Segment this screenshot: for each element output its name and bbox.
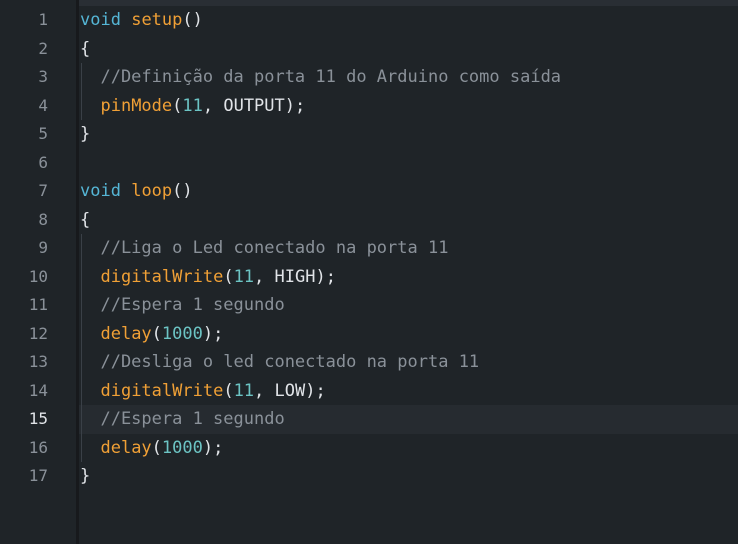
gutter-divider — [76, 0, 79, 544]
indent-guide — [81, 63, 82, 120]
code-token: () — [182, 10, 203, 30]
line-number: 8 — [38, 209, 48, 229]
line-number: 15 — [28, 409, 48, 428]
code-token: ( — [151, 323, 162, 344]
code-token: 1000 — [161, 437, 203, 458]
line-number: 3 — [38, 67, 48, 86]
code-token: ( — [172, 95, 183, 116]
code-token: loop — [131, 181, 173, 201]
line-number: 9 — [38, 238, 48, 257]
code-token: setup — [131, 10, 183, 30]
line-number: 6 — [38, 152, 48, 172]
code-token: 11 — [182, 95, 203, 116]
code-token: } — [80, 466, 91, 486]
code-token: //Espera 1 segundo — [80, 409, 285, 429]
code-line[interactable]: } — [80, 120, 90, 149]
code-token: , HIGH); — [254, 266, 336, 287]
code-token: ); — [202, 437, 224, 458]
code-line[interactable]: digitalWrite(11, HIGH); — [80, 263, 336, 292]
line-number: 4 — [38, 95, 48, 115]
line-number: 11 — [28, 295, 48, 314]
code-line[interactable]: //Espera 1 segundo — [80, 291, 285, 320]
code-line[interactable]: digitalWrite(11, LOW); — [80, 377, 326, 406]
line-number-gutter: 1 2 3 4 5 6 7 8 9 10 11 12 13 14 15 16 17 — [0, 0, 76, 544]
code-token: //Liga o Led conectado na porta 11 — [80, 238, 449, 258]
code-token: //Definição da porta 11 do Arduino como … — [80, 67, 562, 87]
code-line[interactable]: //Definição da porta 11 do Arduino como … — [80, 63, 561, 92]
code-line[interactable]: pinMode(11, OUTPUT); — [80, 92, 305, 121]
code-line[interactable]: void setup() — [80, 6, 203, 35]
code-line[interactable]: //Desliga o led conectado na porta 11 — [80, 348, 479, 377]
code-token: ( — [151, 437, 162, 458]
code-token: 11 — [233, 266, 255, 287]
line-number: 7 — [38, 181, 48, 200]
code-token: digitalWrite — [100, 380, 224, 401]
line-number: 16 — [28, 437, 48, 457]
code-token: , LOW); — [254, 380, 326, 401]
code-token: void — [80, 181, 121, 201]
line-number: 14 — [28, 380, 48, 400]
line-number: 1 — [38, 10, 48, 29]
code-token: //Espera 1 segundo — [80, 295, 285, 315]
code-line[interactable]: //Espera 1 segundo — [80, 405, 285, 434]
code-token: { — [80, 38, 91, 59]
code-token: pinMode — [100, 95, 173, 116]
code-line[interactable]: { — [80, 35, 90, 64]
code-token: ( — [223, 380, 234, 401]
code-line[interactable]: delay(1000); — [80, 320, 223, 349]
code-token: 11 — [233, 380, 255, 401]
line-number: 13 — [28, 352, 48, 371]
line-number: 17 — [28, 466, 48, 485]
code-token: delay — [100, 437, 152, 458]
code-line[interactable]: } — [80, 462, 90, 491]
code-token: } — [80, 124, 91, 144]
code-token: 1000 — [161, 323, 203, 344]
code-editor[interactable]: 1 2 3 4 5 6 7 8 9 10 11 12 13 14 15 16 17 void setup(){ … — [0, 0, 738, 544]
code-line[interactable]: { — [80, 206, 90, 235]
code-token: ( — [223, 266, 234, 287]
code-token: ); — [202, 323, 224, 344]
code-token: //Desliga o led conectado na porta 11 — [80, 352, 480, 372]
code-line[interactable]: delay(1000); — [80, 434, 223, 463]
line-number: 5 — [38, 124, 48, 143]
line-number: 12 — [28, 323, 48, 343]
code-token: () — [172, 181, 193, 201]
code-token: digitalWrite — [100, 266, 224, 287]
code-token: void — [80, 10, 121, 30]
code-token: { — [80, 209, 91, 230]
line-number: 10 — [28, 266, 48, 286]
code-line[interactable]: //Liga o Led conectado na porta 11 — [80, 234, 448, 263]
code-token: delay — [100, 323, 152, 344]
code-line[interactable]: void loop() — [80, 177, 193, 206]
code-token: , OUTPUT); — [202, 95, 306, 116]
line-number: 2 — [38, 38, 48, 58]
